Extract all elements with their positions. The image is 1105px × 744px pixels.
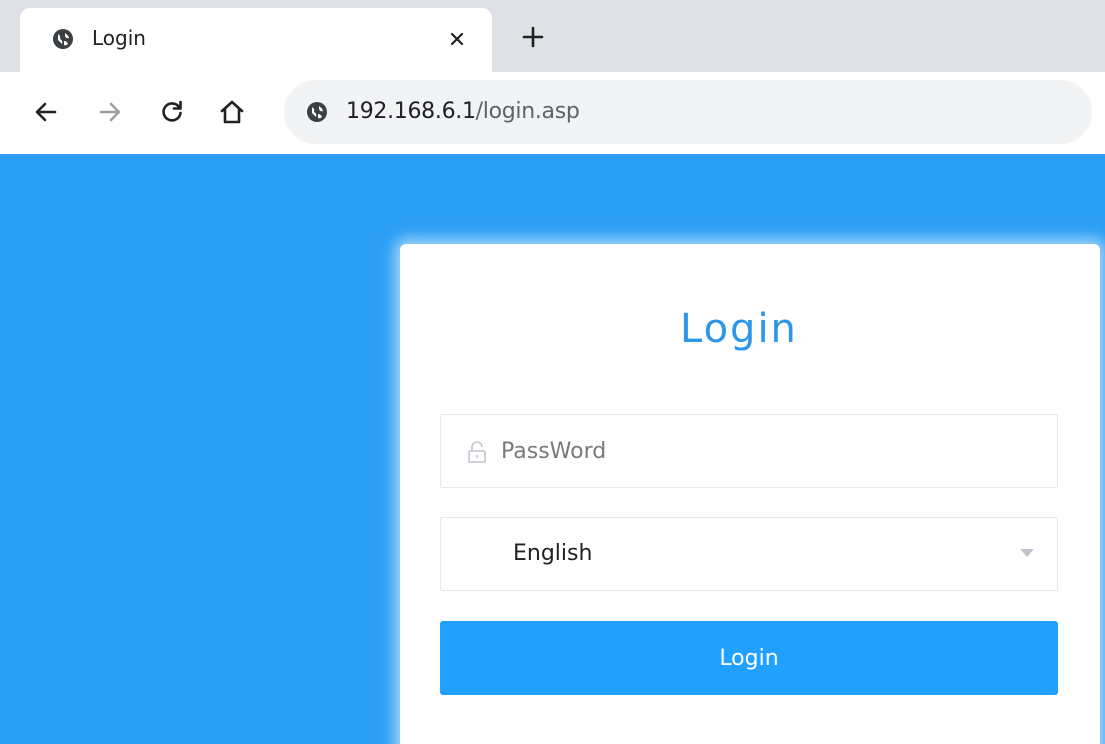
language-selected-value: English: [513, 541, 593, 566]
caret-down-icon: [1020, 549, 1034, 557]
new-tab-button[interactable]: [516, 20, 550, 54]
lock-icon: [468, 441, 486, 463]
tab-strip-edge: [0, 8, 20, 72]
login-title: Login: [680, 306, 798, 352]
globe-icon: [307, 102, 327, 122]
arrow-left-icon: [35, 102, 57, 122]
browser-tab[interactable]: Login: [20, 8, 492, 72]
password-input[interactable]: [501, 415, 1041, 487]
tab-close-button[interactable]: [440, 22, 474, 56]
forward-button[interactable]: [92, 94, 128, 130]
language-select[interactable]: English: [440, 517, 1058, 591]
login-button[interactable]: Login: [440, 621, 1058, 695]
home-icon: [220, 100, 244, 124]
reload-icon: [162, 100, 182, 122]
url-host: 192.168.6.1: [346, 99, 476, 124]
home-button[interactable]: [214, 94, 250, 130]
tab-strip: Login: [0, 0, 1105, 72]
login-card: Login English Login: [400, 244, 1100, 744]
back-button[interactable]: [28, 94, 64, 130]
page-background: Login English Login: [0, 154, 1105, 744]
reload-button[interactable]: [154, 94, 190, 130]
password-field[interactable]: [440, 414, 1058, 488]
address-bar[interactable]: 192.168.6.1/login.asp: [284, 80, 1092, 144]
tab-title: Login: [92, 26, 146, 50]
address-url: 192.168.6.1/login.asp: [346, 99, 580, 124]
browser-toolbar: 192.168.6.1/login.asp: [0, 72, 1105, 154]
close-icon: [450, 32, 464, 46]
arrow-right-icon: [99, 102, 121, 122]
url-path: /login.asp: [475, 99, 580, 124]
globe-icon: [53, 29, 73, 49]
plus-icon: [522, 26, 544, 48]
